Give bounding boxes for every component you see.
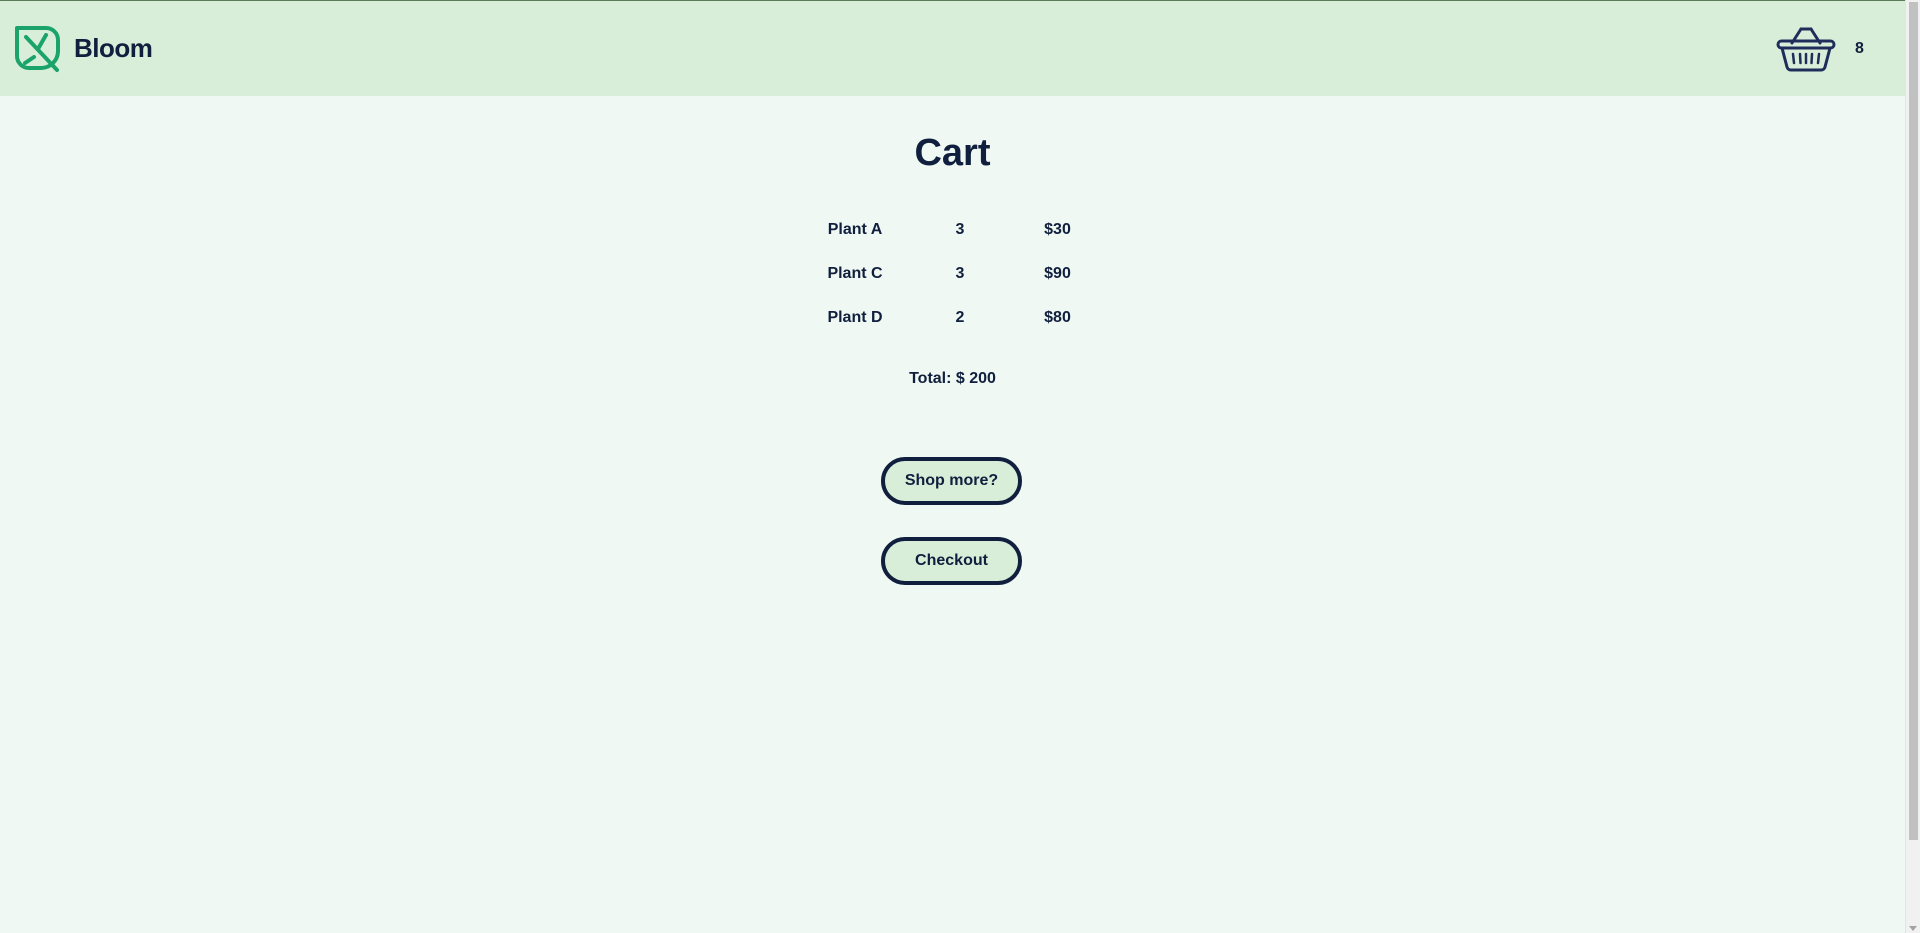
page: Bloom 8 Cart Plant A 3 $30 Plant C 3 $90… [0,0,1905,933]
item-quantity: 2 [955,309,965,326]
basket-icon [1776,27,1836,72]
cart-button[interactable] [1774,25,1838,73]
item-price: $30 [1044,221,1071,238]
cart-row: Plant A 3 $30 [800,208,1105,252]
leaf-icon[interactable] [12,23,62,73]
cart-items: Plant A 3 $30 Plant C 3 $90 Plant D 2 $8… [800,208,1105,340]
item-price: $90 [1044,265,1071,282]
item-quantity: 3 [955,221,965,238]
page-title: Cart [914,132,991,174]
item-name: Plant D [827,309,883,326]
item-price: $80 [1044,309,1071,326]
header: Bloom 8 [0,0,1905,96]
scrollbar-thumb[interactable] [1909,2,1918,840]
item-name: Plant A [827,221,883,238]
vertical-scrollbar[interactable] [1905,0,1920,933]
cart-row: Plant D 2 $80 [800,296,1105,340]
shop-more-button[interactable]: Shop more? [881,457,1022,505]
scroll-down-arrow-icon[interactable] [1909,926,1917,931]
brand-name[interactable]: Bloom [74,33,153,64]
item-quantity: 3 [955,265,965,282]
cart-total: Total: $ 200 [909,370,996,387]
cart-count-badge: 8 [1855,40,1864,57]
checkout-button[interactable]: Checkout [881,537,1022,585]
cart-row: Plant C 3 $90 [800,252,1105,296]
item-name: Plant C [827,265,883,282]
